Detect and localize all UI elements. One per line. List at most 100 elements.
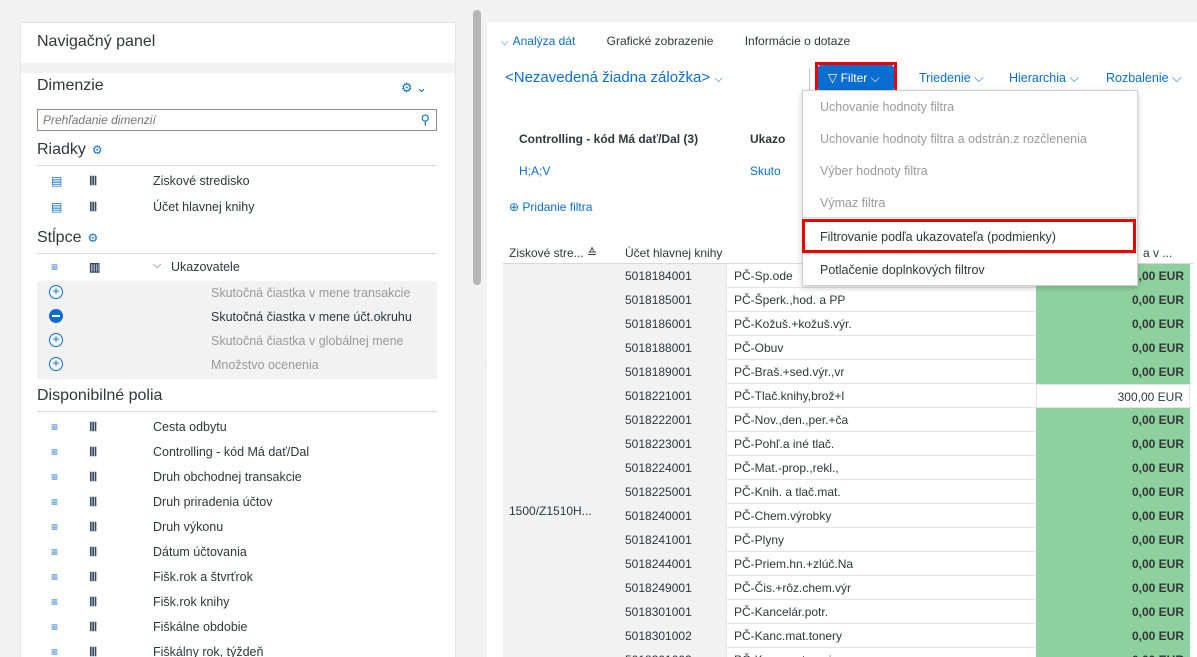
hierarchy-button[interactable]: Hierarchia ⌵ <box>1009 71 1079 86</box>
amount-cell[interactable]: 0,00 EUR <box>1036 576 1190 600</box>
table-row[interactable]: 5018301002 PČ-Kanc.mat.tonery 0,00 EUR <box>620 624 1193 648</box>
amount-cell[interactable]: 0,00 EUR <box>1036 480 1190 504</box>
panel-splitter[interactable] <box>473 10 481 285</box>
table-row[interactable]: 5018222001 PČ-Nov.,den.,per.+ča 0,00 EUR <box>620 408 1193 432</box>
amount-cell[interactable]: 0,00 EUR <box>1036 360 1190 384</box>
gl-account-cell[interactable]: 5018186001 <box>620 312 727 336</box>
available-field-item[interactable]: ≡ Ⅲ Fišk.rok knihy <box>37 590 437 616</box>
available-field-item[interactable]: ≡ Ⅲ Cesta odbytu <box>37 415 437 441</box>
table-row[interactable]: 5018186001 PČ-Kožuš.+kožuš.výr. 0,00 EUR <box>620 312 1193 336</box>
gl-account-cell[interactable]: 5018225001 <box>620 480 727 504</box>
tab-graphical-view[interactable]: Grafické zobrazenie <box>607 34 714 48</box>
table-row[interactable]: 5018244001 PČ-Priem.hn.+zlúč.Na 0,00 EUR <box>620 552 1193 576</box>
amount-cell[interactable]: 0,00 EUR <box>1036 648 1190 657</box>
hamburger-icon[interactable]: ≡ <box>51 495 58 509</box>
chevron-down-icon[interactable]: ⌵ <box>153 259 161 272</box>
amount-cell[interactable]: 0,00 EUR <box>1036 552 1190 576</box>
gl-account-cell[interactable]: 5018240001 <box>620 504 727 528</box>
gl-account-cell[interactable]: 5018184001 <box>620 264 727 288</box>
hamburger-icon[interactable]: ≡ <box>51 420 58 434</box>
bookmark-dropdown[interactable]: <Nezavedená žiadna záložka> ⌵ <box>505 69 723 86</box>
amount-cell[interactable]: 0,00 EUR <box>1036 288 1190 312</box>
gl-account-cell[interactable]: 5018244001 <box>620 552 727 576</box>
add-filter-link[interactable]: ⊕ Pridanie filtra <box>509 200 592 214</box>
tab-query-info[interactable]: Informácie o dotaze <box>745 34 850 48</box>
filter-list-icon[interactable]: ▤ <box>51 174 62 188</box>
amount-cell[interactable]: 0,00 EUR <box>1036 336 1190 360</box>
expand-button[interactable]: Rozbalenie ⌵ <box>1106 71 1182 86</box>
row-dimension-item[interactable]: ▤ Ⅲ Ziskové stredisko <box>37 169 437 195</box>
hamburger-icon[interactable]: ≡ <box>51 545 58 559</box>
hamburger-icon[interactable]: ≡ <box>51 645 58 657</box>
table-row[interactable]: 5018189001 PČ-Braš.+sed.výr.,vr 0,00 EUR <box>620 360 1193 384</box>
filter-value-link[interactable]: H;A;V <box>519 164 550 178</box>
table-row[interactable]: 5018225001 PČ-Knih. a tlač.mat. 0,00 EUR <box>620 480 1193 504</box>
filter-value-link[interactable]: Skuto <box>750 164 781 178</box>
filter-list-icon[interactable]: ▤ <box>51 200 62 214</box>
hamburger-icon[interactable]: ≡ <box>51 595 58 609</box>
sort-button[interactable]: Triedenie ⌵ <box>919 71 984 86</box>
gear-icon[interactable]: ⚙ <box>87 231 98 245</box>
gear-icon[interactable]: ⚙ <box>92 143 103 157</box>
gl-account-cell[interactable]: 5018301003 <box>620 648 727 657</box>
column-header-profit-center[interactable]: Ziskové stre... ≙ <box>509 246 597 260</box>
hamburger-icon[interactable]: ≡ <box>51 570 58 584</box>
measure-item[interactable]: + Množstvo ocenenia <box>37 353 437 379</box>
gl-account-cell[interactable]: 5018221001 <box>620 384 727 408</box>
column-group-item[interactable]: ≡ ▥ ⌵ Ukazovatele <box>37 255 437 281</box>
hamburger-icon[interactable]: ≡ <box>51 470 58 484</box>
dimension-settings-icon[interactable]: ⚙ ⌄ <box>401 80 427 96</box>
available-field-item[interactable]: ≡ Ⅲ Druh výkonu <box>37 515 437 541</box>
amount-cell[interactable]: 0,00 EUR <box>1036 504 1190 528</box>
amount-cell[interactable]: 0,00 EUR <box>1036 456 1190 480</box>
amount-cell[interactable]: 0,00 EUR <box>1036 624 1190 648</box>
gl-account-cell[interactable]: 5018224001 <box>620 456 727 480</box>
table-row[interactable]: 5018224001 PČ-Mat.-prop.,rekl., 0,00 EUR <box>620 456 1193 480</box>
remove-circle-icon[interactable] <box>49 309 63 323</box>
gl-account-cell[interactable]: 5018301002 <box>620 624 727 648</box>
gl-account-cell[interactable]: 5018301001 <box>620 600 727 624</box>
profit-center-cell[interactable]: 1500/Z1510H... <box>503 264 620 657</box>
measure-item[interactable]: + Skutočná čiastka v globálnej mene <box>37 329 437 355</box>
menu-item-suppress-additional-filters[interactable]: Potlačenie doplnkových filtrov <box>820 263 985 277</box>
amount-cell[interactable]: 0,00 EUR <box>1036 432 1190 456</box>
row-dimension-item[interactable]: ▤ Ⅲ Účet hlavnej knihy <box>37 195 437 221</box>
table-row[interactable]: 5018241001 PČ-Plyny 0,00 EUR <box>620 528 1193 552</box>
available-field-item[interactable]: ≡ Ⅲ Controlling - kód Má dať/Dal <box>37 440 437 466</box>
add-circle-icon[interactable]: + <box>49 333 63 347</box>
tab-data-analysis[interactable]: ⌵ Analýza dát <box>501 34 575 48</box>
amount-cell[interactable]: 0,00 EUR <box>1036 408 1190 432</box>
gl-account-cell[interactable]: 5018241001 <box>620 528 727 552</box>
table-row[interactable]: 5018188001 PČ-Obuv 0,00 EUR <box>620 336 1193 360</box>
available-field-item[interactable]: ≡ Ⅲ Druh obchodnej transakcie <box>37 465 437 491</box>
available-field-item[interactable]: ≡ Ⅲ Fiškálne obdobie <box>37 615 437 641</box>
table-row[interactable]: 5018221001 PČ-Tlač.knihy,brož+l 300,00 EUR <box>620 384 1193 408</box>
table-row[interactable]: 5018185001 PČ-Šperk.,hod. a PP 0,00 EUR <box>620 288 1193 312</box>
menu-item-select-filter-value[interactable]: Výber hodnoty filtra <box>820 164 928 178</box>
measure-item[interactable]: Skutočná čiastka v mene účt.okruhu <box>37 305 437 331</box>
gl-account-cell[interactable]: 5018222001 <box>620 408 727 432</box>
hamburger-icon[interactable]: ≡ <box>51 520 58 534</box>
hamburger-icon[interactable]: ≡ <box>51 620 58 634</box>
table-row[interactable]: 5018301001 PČ-Kancelár.potr. 0,00 EUR <box>620 600 1193 624</box>
table-row[interactable]: 5018223001 PČ-Pohľ.a iné tlač. 0,00 EUR <box>620 432 1193 456</box>
available-field-item[interactable]: ≡ Ⅲ Druh priradenia účtov <box>37 490 437 516</box>
column-header-amount[interactable]: a v ... <box>1143 246 1172 260</box>
add-circle-icon[interactable]: + <box>49 357 63 371</box>
menu-item-keep-filter-value[interactable]: Uchovanie hodnoty filtra <box>820 100 954 114</box>
measure-item[interactable]: + Skutočná čiastka v mene transakcie <box>37 281 437 307</box>
search-icon[interactable]: ⚲ <box>420 112 430 128</box>
amount-cell[interactable]: 0,00 EUR <box>1036 600 1190 624</box>
gl-account-cell[interactable]: 5018223001 <box>620 432 727 456</box>
available-field-item[interactable]: ≡ Ⅲ Fišk.rok a štvrťrok <box>37 565 437 591</box>
hamburger-icon[interactable]: ≡ <box>51 445 58 459</box>
table-row[interactable]: 5018301003 PČ-Kanc.mat.papier 0,00 EUR <box>620 648 1193 657</box>
gl-account-cell[interactable]: 5018249001 <box>620 576 727 600</box>
table-row[interactable]: 5018249001 PČ-Čis.+rôz.chem.výr 0,00 EUR <box>620 576 1193 600</box>
amount-cell[interactable]: 0,00 EUR <box>1036 528 1190 552</box>
column-header-gl-account[interactable]: Účet hlavnej knihy <box>625 246 722 260</box>
gl-account-cell[interactable]: 5018189001 <box>620 360 727 384</box>
menu-item-delete-filter[interactable]: Výmaz filtra <box>820 196 885 210</box>
menu-item-keep-filter-remove-drilldown[interactable]: Uchovanie hodnoty filtra a odstrán.z roz… <box>820 132 1087 146</box>
table-row[interactable]: 5018240001 PČ-Chem.výrobky 0,00 EUR <box>620 504 1193 528</box>
